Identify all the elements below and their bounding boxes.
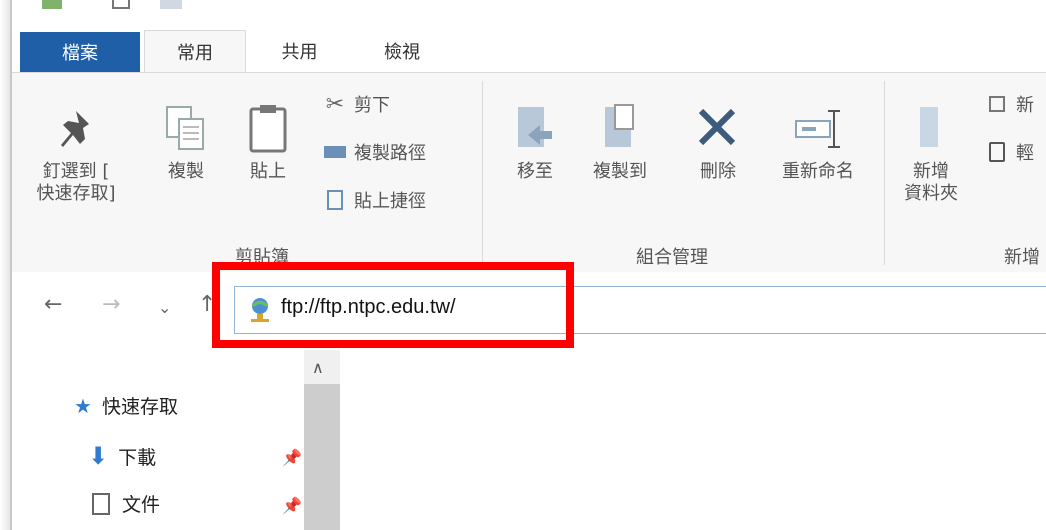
- move-to-label: 移至: [517, 161, 553, 182]
- back-arrow-icon[interactable]: ←: [44, 292, 62, 317]
- ribbon-tabs: 檔案 常用 共用 檢視: [12, 24, 1046, 73]
- pin-label: 釘選到 [ 快速存取]: [36, 161, 116, 204]
- delete-button[interactable]: 刪除: [688, 101, 748, 183]
- easy-access-button[interactable]: 輕: [984, 139, 1034, 165]
- documents-label: 文件: [122, 494, 161, 516]
- copy-to-label: 複製到: [593, 161, 647, 182]
- paste-shortcut-button[interactable]: 貼上捷徑: [322, 187, 426, 213]
- pin-icon: [61, 111, 89, 147]
- document-icon: [92, 492, 110, 515]
- group-separator: [884, 81, 885, 265]
- paste-shortcut-label: 貼上捷徑: [354, 191, 426, 212]
- recent-locations-chevron-icon[interactable]: ⌄: [158, 298, 171, 317]
- organize-group-label: 組合管理: [636, 247, 708, 268]
- new-group-label: 新增: [1004, 247, 1040, 268]
- copy-to-icon: [605, 104, 634, 147]
- tab-view[interactable]: 檢視: [352, 30, 452, 72]
- copy-path-icon: [322, 140, 348, 164]
- new-folder-quick-icon[interactable]: [160, 0, 182, 9]
- copy-icon: [166, 106, 204, 150]
- nav-pane-scrollbar[interactable]: ∧: [304, 350, 340, 530]
- new-item-label: 新: [1016, 95, 1034, 116]
- rename-label: 重新命名: [782, 161, 854, 182]
- tab-share[interactable]: 共用: [252, 30, 347, 72]
- tab-home[interactable]: 常用: [144, 30, 246, 73]
- copy-path-label: 複製路徑: [354, 143, 426, 164]
- download-arrow-icon: ⬇: [88, 442, 109, 470]
- quick-access-toolbar-icon[interactable]: [42, 0, 62, 9]
- copy-path-button[interactable]: 複製路徑: [322, 139, 426, 165]
- navigation-pane: ∧ ★ 快速存取 ⬇ 下載 📌 文件 📌: [12, 350, 342, 530]
- group-separator: [482, 81, 483, 265]
- scroll-up-icon[interactable]: ∧: [312, 358, 324, 377]
- move-to-icon: [518, 107, 552, 147]
- paste-icon: [249, 105, 287, 153]
- delete-x-icon: [698, 108, 736, 146]
- easy-access-icon: [984, 140, 1010, 164]
- nav-item-quick-access[interactable]: ★ 快速存取: [74, 392, 178, 419]
- scroll-thumb[interactable]: [304, 384, 340, 530]
- pin-to-quick-access-button[interactable]: 釘選到 [ 快速存取]: [26, 101, 126, 205]
- downloads-label: 下載: [118, 446, 157, 469]
- nav-item-downloads[interactable]: ⬇ 下載: [88, 442, 156, 470]
- scissors-icon: ✂: [325, 91, 345, 117]
- properties-icon[interactable]: [112, 0, 130, 9]
- paste-label: 貼上: [250, 161, 286, 182]
- pin-icon[interactable]: 📌: [282, 448, 302, 467]
- copy-button[interactable]: 複製: [156, 101, 216, 183]
- file-explorer-window: 檔案 常用 共用 檢視 釘選到 [ 快速存取] 複製 貼上 ✂ 剪下 複製路徑 …: [10, 0, 1046, 530]
- paste-shortcut-icon: [322, 188, 348, 212]
- quick-access-label: 快速存取: [101, 396, 178, 418]
- cut-label: 剪下: [354, 95, 390, 116]
- new-folder-label: 新增 資料夾: [904, 161, 958, 204]
- new-item-button[interactable]: 新: [984, 91, 1034, 117]
- easy-access-label: 輕: [1016, 143, 1034, 164]
- pin-icon[interactable]: 📌: [282, 496, 302, 515]
- cut-button[interactable]: ✂ 剪下: [322, 91, 390, 117]
- new-folder-icon: [920, 107, 938, 147]
- ribbon: 釘選到 [ 快速存取] 複製 貼上 ✂ 剪下 複製路徑 貼上捷徑 剪貼簿 移至 …: [12, 72, 1046, 274]
- copy-to-button[interactable]: 複製到: [580, 101, 660, 183]
- forward-arrow-icon[interactable]: →: [102, 292, 120, 317]
- rename-button[interactable]: 重新命名: [768, 101, 868, 183]
- nav-item-documents[interactable]: 文件: [92, 490, 160, 517]
- tab-file[interactable]: 檔案: [20, 32, 140, 72]
- title-bar: [12, 0, 1046, 24]
- copy-label: 複製: [168, 161, 204, 182]
- highlight-box: [212, 262, 574, 348]
- new-item-icon: [984, 92, 1010, 116]
- paste-button[interactable]: 貼上: [238, 101, 298, 183]
- move-to-button[interactable]: 移至: [502, 101, 568, 183]
- delete-label: 刪除: [700, 161, 736, 182]
- new-folder-button[interactable]: 新增 資料夾: [896, 101, 966, 205]
- rename-icon: [795, 110, 840, 148]
- star-icon: ★: [74, 393, 92, 418]
- window-shadow: [0, 0, 10, 530]
